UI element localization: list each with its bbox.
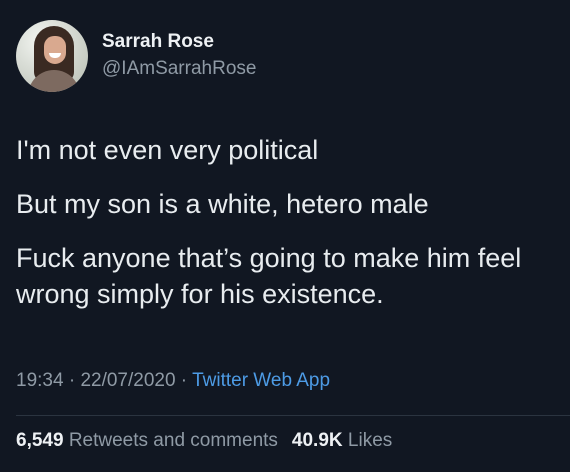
retweets-count: 6,549 [16,430,64,451]
retweets-stat[interactable]: 6,549 Retweets and comments [16,430,278,451]
likes-label: Likes [347,430,393,451]
avatar-face [44,36,66,64]
tweet-time[interactable]: 19:34 [16,370,64,391]
likes-stat[interactable]: 40.9K Likes [292,430,392,451]
author-names: Sarrah Rose @IAmSarrahRose [102,31,256,81]
likes-count: 40.9K [291,430,343,451]
tweet-date[interactable]: 22/07/2020 [80,370,175,391]
tweet-text: I'm not even very political But my son i… [16,132,561,330]
tweet-line-3: Fuck anyone that’s going to make him fee… [16,243,522,309]
tweet-line-1: I'm not even very political [16,135,319,165]
tweet-stats: 6,549 Retweets and comments 40.9K Likes [16,430,392,452]
author-handle[interactable]: @IAmSarrahRose [102,57,256,81]
meta-separator-1: · [63,370,81,391]
tweet-line-2: But my son is a white, hetero male [16,189,429,219]
divider [16,415,570,416]
tweet-header: Sarrah Rose @IAmSarrahRose [16,20,256,92]
tweet-source[interactable]: Twitter Web App [192,370,330,391]
meta-separator-2: · [175,370,193,391]
avatar[interactable] [16,20,88,92]
tweet-card: Sarrah Rose @IAmSarrahRose I'm not even … [0,0,570,472]
tweet-meta: 19:34 · 22/07/2020 · Twitter Web App [16,370,330,392]
author-display-name[interactable]: Sarrah Rose [102,31,256,53]
retweets-label: Retweets and comments [68,430,278,451]
